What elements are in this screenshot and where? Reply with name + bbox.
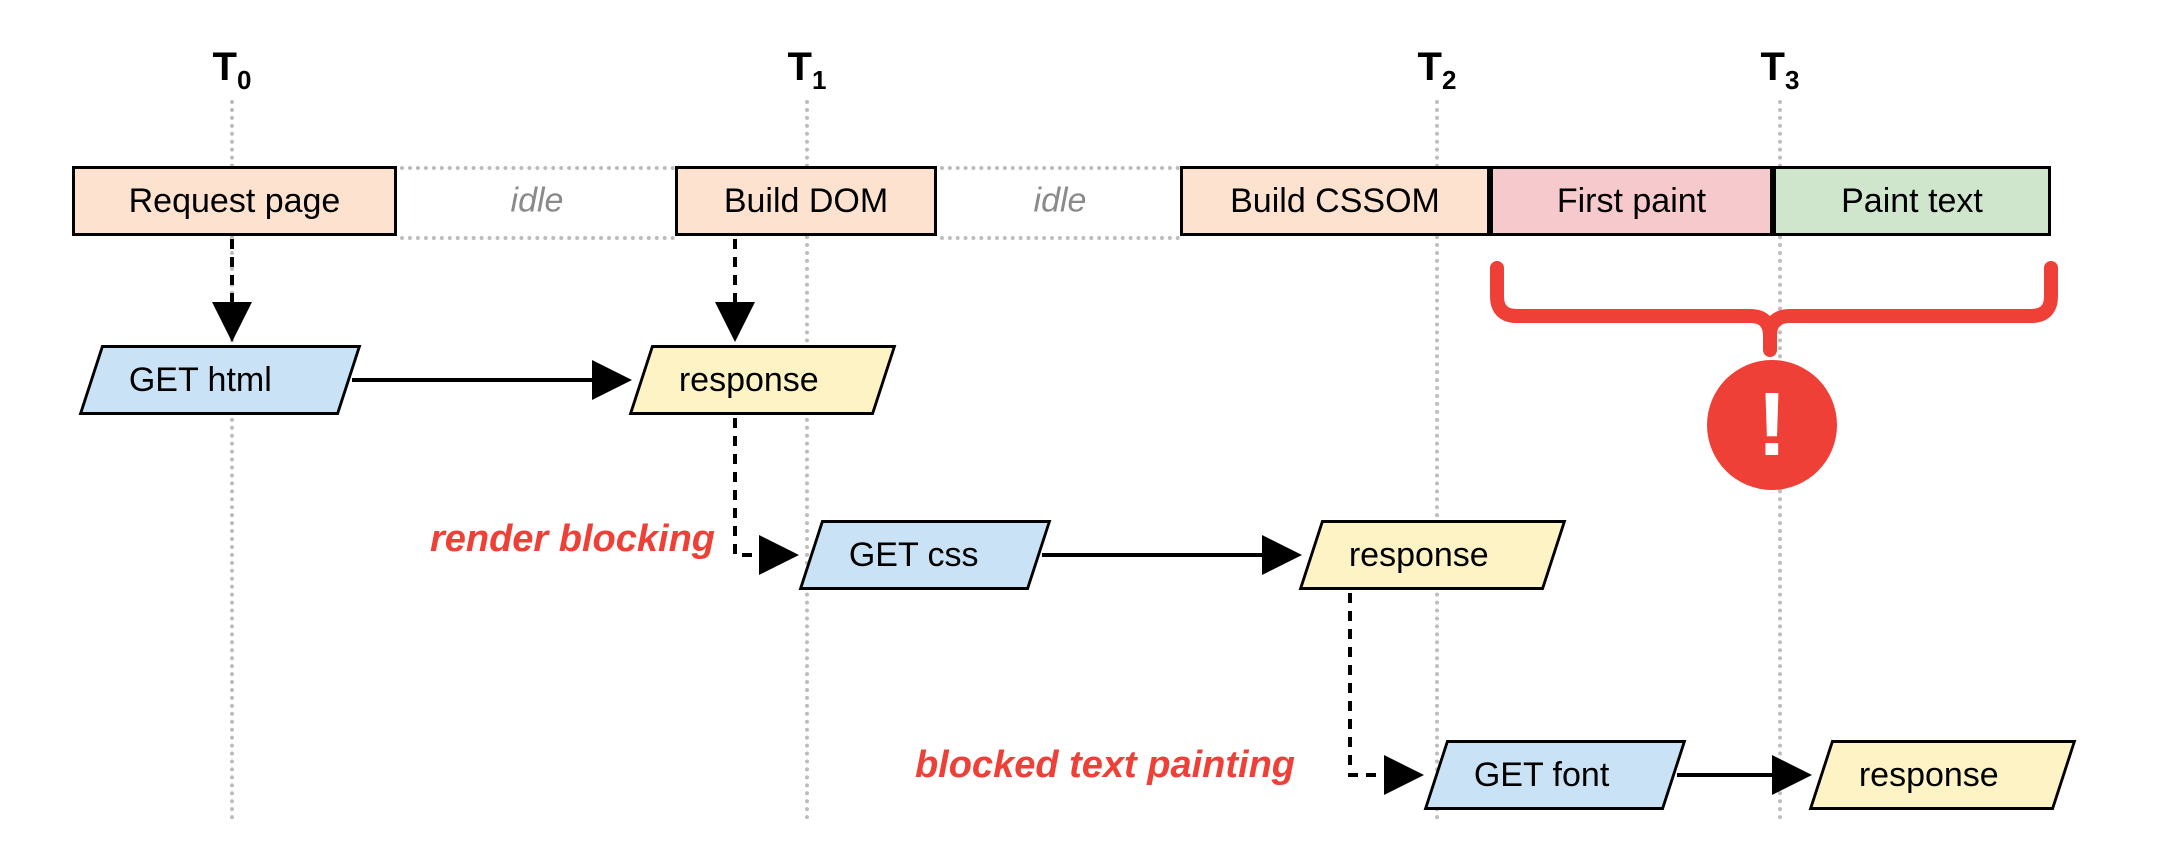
para-get-font-label: GET font xyxy=(1474,756,1609,795)
para-get-html: GET html xyxy=(79,345,362,415)
alert-icon-label: ! xyxy=(1757,380,1787,470)
font-loading-timeline-diagram: T0 T1 T2 T3 Request page Build DOM Build… xyxy=(20,20,2177,844)
label-idle-1: idle xyxy=(511,182,564,221)
idle-line-1-top xyxy=(400,166,675,170)
idle-line-1-bot xyxy=(400,236,675,240)
annot-blocked-text: blocked text painting xyxy=(795,744,1295,787)
para-response-3: response xyxy=(1809,740,2077,810)
annot-render-blocking: render blocking xyxy=(345,518,715,561)
box-first-paint: First paint xyxy=(1490,166,1773,236)
para-get-css: GET css xyxy=(799,520,1052,590)
box-request-page: Request page xyxy=(72,166,397,236)
para-response-2: response xyxy=(1299,520,1567,590)
arrows-layer xyxy=(20,20,2177,844)
label-t1: T1 xyxy=(788,45,827,96)
para-response-1-label: response xyxy=(679,361,819,400)
idle-line-2-top xyxy=(940,166,1180,170)
para-get-html-label: GET html xyxy=(129,361,272,400)
para-response-3-label: response xyxy=(1859,756,1999,795)
alert-icon: ! xyxy=(1707,360,1837,490)
box-paint-text: Paint text xyxy=(1773,166,2051,236)
para-get-css-label: GET css xyxy=(849,536,979,575)
box-build-dom: Build DOM xyxy=(675,166,937,236)
para-response-2-label: response xyxy=(1349,536,1489,575)
idle-line-2-bot xyxy=(940,236,1180,240)
para-get-font: GET font xyxy=(1424,740,1687,810)
label-t3: T3 xyxy=(1761,45,1800,96)
box-build-cssom: Build CSSOM xyxy=(1180,166,1490,236)
label-t2: T2 xyxy=(1418,45,1457,96)
label-idle-2: idle xyxy=(1034,182,1087,221)
para-response-1: response xyxy=(629,345,897,415)
label-t0: T0 xyxy=(213,45,252,96)
